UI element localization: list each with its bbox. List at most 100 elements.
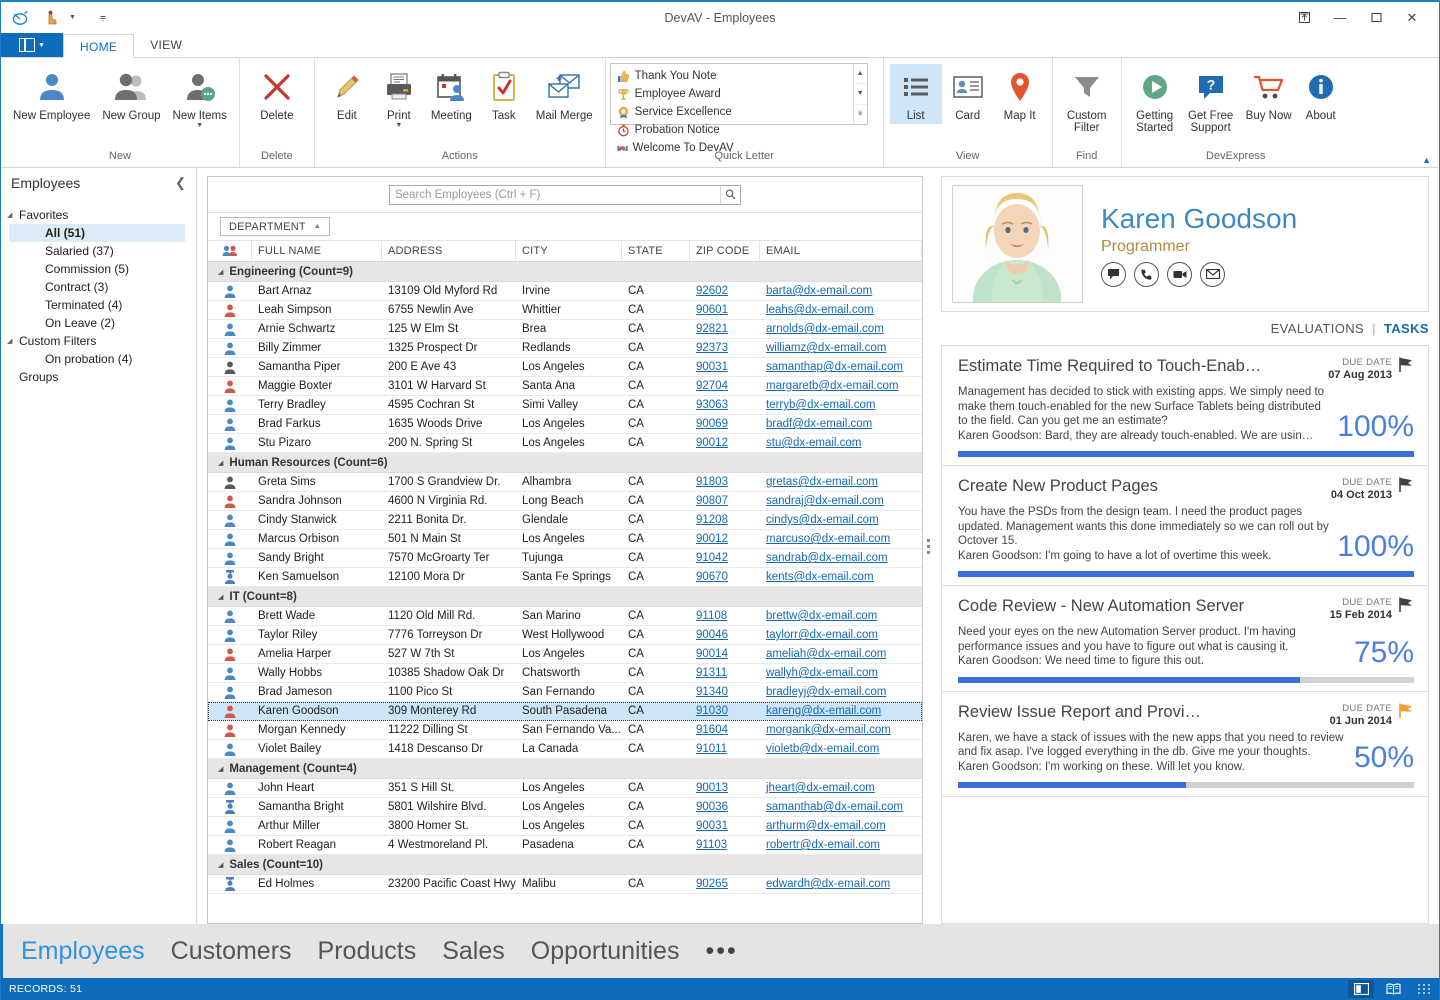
touch-mode-dropdown-icon[interactable]: ▼ [69, 14, 76, 21]
grid-group-header[interactable]: ◢IT (Count=8) [208, 587, 922, 607]
cell-email[interactable]: bradleyj@dx-email.com [760, 686, 922, 698]
collapse-arrow-icon[interactable]: ◢ [218, 268, 223, 276]
email-link[interactable]: marcuso@dx-email.com [766, 533, 890, 545]
email-icon[interactable] [1200, 262, 1225, 287]
group-chip-department[interactable]: DEPARTMENT ▲ [220, 217, 330, 236]
nav-customers[interactable]: Customers [171, 937, 292, 966]
zip-link[interactable]: 90265 [696, 878, 728, 890]
phone-icon[interactable] [1134, 262, 1159, 287]
gallery-scrollbar[interactable]: ▲ ▼ ⩸ [853, 64, 867, 124]
collapse-arrow-icon[interactable]: ◢ [218, 459, 223, 467]
cell-zip-code[interactable]: 90012 [690, 533, 760, 545]
email-link[interactable]: bradf@dx-email.com [766, 418, 872, 430]
email-link[interactable]: bradleyj@dx-email.com [766, 686, 886, 698]
column-header-indicator[interactable] [208, 241, 252, 261]
cell-zip-code[interactable]: 92602 [690, 285, 760, 297]
cell-zip-code[interactable]: 91208 [690, 514, 760, 526]
table-row[interactable]: Stu Pizaro200 N. Spring StLos AngelesCA9… [208, 434, 922, 453]
cell-zip-code[interactable]: 90012 [690, 437, 760, 449]
zip-link[interactable]: 92602 [696, 285, 728, 297]
cell-zip-code[interactable]: 91311 [690, 667, 760, 679]
table-row[interactable]: Taylor Riley7776 Torreyson DrWest Hollyw… [208, 626, 922, 645]
cell-email[interactable]: terryb@dx-email.com [760, 399, 922, 411]
email-link[interactable]: margaretb@dx-email.com [766, 380, 898, 392]
resize-grip-icon[interactable] [1418, 984, 1431, 994]
cell-zip-code[interactable]: 92704 [690, 380, 760, 392]
quick-letter-employee-award[interactable]: Employee Award [613, 85, 734, 103]
cell-email[interactable]: ameliah@dx-email.com [760, 648, 922, 660]
table-row[interactable]: Ken Samuelson12100 Mora DrSanta Fe Sprin… [208, 568, 922, 587]
table-row[interactable]: Bart Arnaz13109 Old Myford RdIrvineCA926… [208, 282, 922, 301]
list-view-button[interactable]: List [890, 64, 942, 124]
panel-splitter[interactable] [924, 534, 932, 558]
table-row[interactable]: Morgan Kennedy11222 Dilling StSan Fernan… [208, 721, 922, 740]
zip-link[interactable]: 91803 [696, 476, 728, 488]
table-row[interactable]: Greta Sims1700 S Grandview Dr.AlhambraCA… [208, 473, 922, 492]
cell-email[interactable]: arthurm@dx-email.com [760, 820, 922, 832]
sidebar-item-on-probation[interactable]: On probation (4) [1, 350, 196, 368]
grid-group-header[interactable]: ◢Human Resources (Count=6) [208, 453, 922, 473]
table-row[interactable]: John Heart351 S Hill St.Los AngelesCA900… [208, 779, 922, 798]
email-link[interactable]: samanthab@dx-email.com [766, 801, 903, 813]
zip-link[interactable]: 91103 [696, 839, 727, 851]
cell-email[interactable]: robertr@dx-email.com [760, 839, 922, 851]
custom-filter-button[interactable]: Custom Filter [1059, 64, 1115, 136]
task-card[interactable]: Review Issue Report and Provi…DUE DATE01… [942, 692, 1428, 798]
zip-link[interactable]: 93063 [696, 399, 728, 411]
cell-zip-code[interactable]: 91103 [690, 839, 760, 851]
cell-zip-code[interactable]: 91030 [690, 705, 760, 717]
chevron-down-icon[interactable]: ▼ [395, 122, 402, 129]
email-link[interactable]: stu@dx-email.com [766, 437, 861, 449]
cell-email[interactable]: violetb@dx-email.com [760, 743, 922, 755]
map-it-button[interactable]: Map It [994, 64, 1046, 124]
table-row[interactable]: Sandy Bright7570 McGroarty TerTujungaCA9… [208, 549, 922, 568]
table-row[interactable]: Brad Farkus1635 Woods DriveLos AngelesCA… [208, 415, 922, 434]
cell-email[interactable]: sandraj@dx-email.com [760, 495, 922, 507]
split-view-icon[interactable] [1348, 980, 1374, 998]
cell-email[interactable]: marcuso@dx-email.com [760, 533, 922, 545]
flag-icon[interactable] [1392, 702, 1414, 722]
table-row[interactable]: Marcus Orbison501 N Main StLos AngelesCA… [208, 530, 922, 549]
table-row[interactable]: Robert Reagan4 Westmoreland Pl.PasadenaC… [208, 836, 922, 855]
zip-link[interactable]: 90046 [696, 629, 728, 641]
email-link[interactable]: cindys@dx-email.com [766, 514, 879, 526]
cell-zip-code[interactable]: 92373 [690, 342, 760, 354]
email-link[interactable]: morgank@dx-email.com [766, 724, 891, 736]
cell-email[interactable]: morgank@dx-email.com [760, 724, 922, 736]
minimize-icon[interactable]: — [1323, 5, 1357, 31]
tab-evaluations[interactable]: EVALUATIONS [1271, 321, 1365, 336]
zip-link[interactable]: 91042 [696, 552, 728, 564]
collapse-arrow-icon[interactable]: ◢ [218, 861, 223, 869]
email-link[interactable]: terryb@dx-email.com [766, 399, 875, 411]
email-link[interactable]: leahs@dx-email.com [766, 304, 874, 316]
cell-zip-code[interactable]: 91340 [690, 686, 760, 698]
cell-zip-code[interactable]: 90013 [690, 782, 760, 794]
zip-link[interactable]: 92821 [696, 323, 728, 335]
task-card[interactable]: Create New Product PagesDUE DATE04 Oct 2… [942, 466, 1428, 586]
nav-overflow-icon[interactable]: ••• [705, 937, 737, 966]
zip-link[interactable]: 90013 [696, 782, 728, 794]
buy-now-button[interactable]: Buy Now [1240, 64, 1298, 124]
cell-email[interactable]: kareng@dx-email.com [760, 705, 922, 717]
table-row[interactable]: Maggie Boxter3101 W Harvard StSanta AnaC… [208, 377, 922, 396]
cell-email[interactable]: samanthap@dx-email.com [760, 361, 922, 373]
sidebar-item-on-leave[interactable]: On Leave (2) [1, 314, 196, 332]
zip-link[interactable]: 90670 [696, 571, 728, 583]
tab-home[interactable]: HOME [63, 34, 134, 58]
grid-group-header[interactable]: ◢Engineering (Count=9) [208, 262, 922, 282]
touch-mode-icon[interactable] [39, 7, 63, 29]
zip-link[interactable]: 91030 [696, 705, 728, 717]
table-row[interactable]: Amelia Harper527 W 7th StLos AngelesCA90… [208, 645, 922, 664]
cell-zip-code[interactable]: 92821 [690, 323, 760, 335]
cell-zip-code[interactable]: 91011 [690, 743, 760, 755]
cell-zip-code[interactable]: 90807 [690, 495, 760, 507]
new-items-button[interactable]: New Items ▼ [167, 64, 233, 131]
email-link[interactable]: brettw@dx-email.com [766, 610, 877, 622]
email-link[interactable]: kents@dx-email.com [766, 571, 874, 583]
cell-email[interactable]: leahs@dx-email.com [760, 304, 922, 316]
print-button[interactable]: Print ▼ [373, 64, 425, 131]
chevron-left-icon[interactable]: ❮ [175, 175, 186, 191]
cell-zip-code[interactable]: 90031 [690, 820, 760, 832]
cell-zip-code[interactable]: 91042 [690, 552, 760, 564]
quick-letter-thank-you-note[interactable]: Thank You Note [613, 67, 734, 85]
